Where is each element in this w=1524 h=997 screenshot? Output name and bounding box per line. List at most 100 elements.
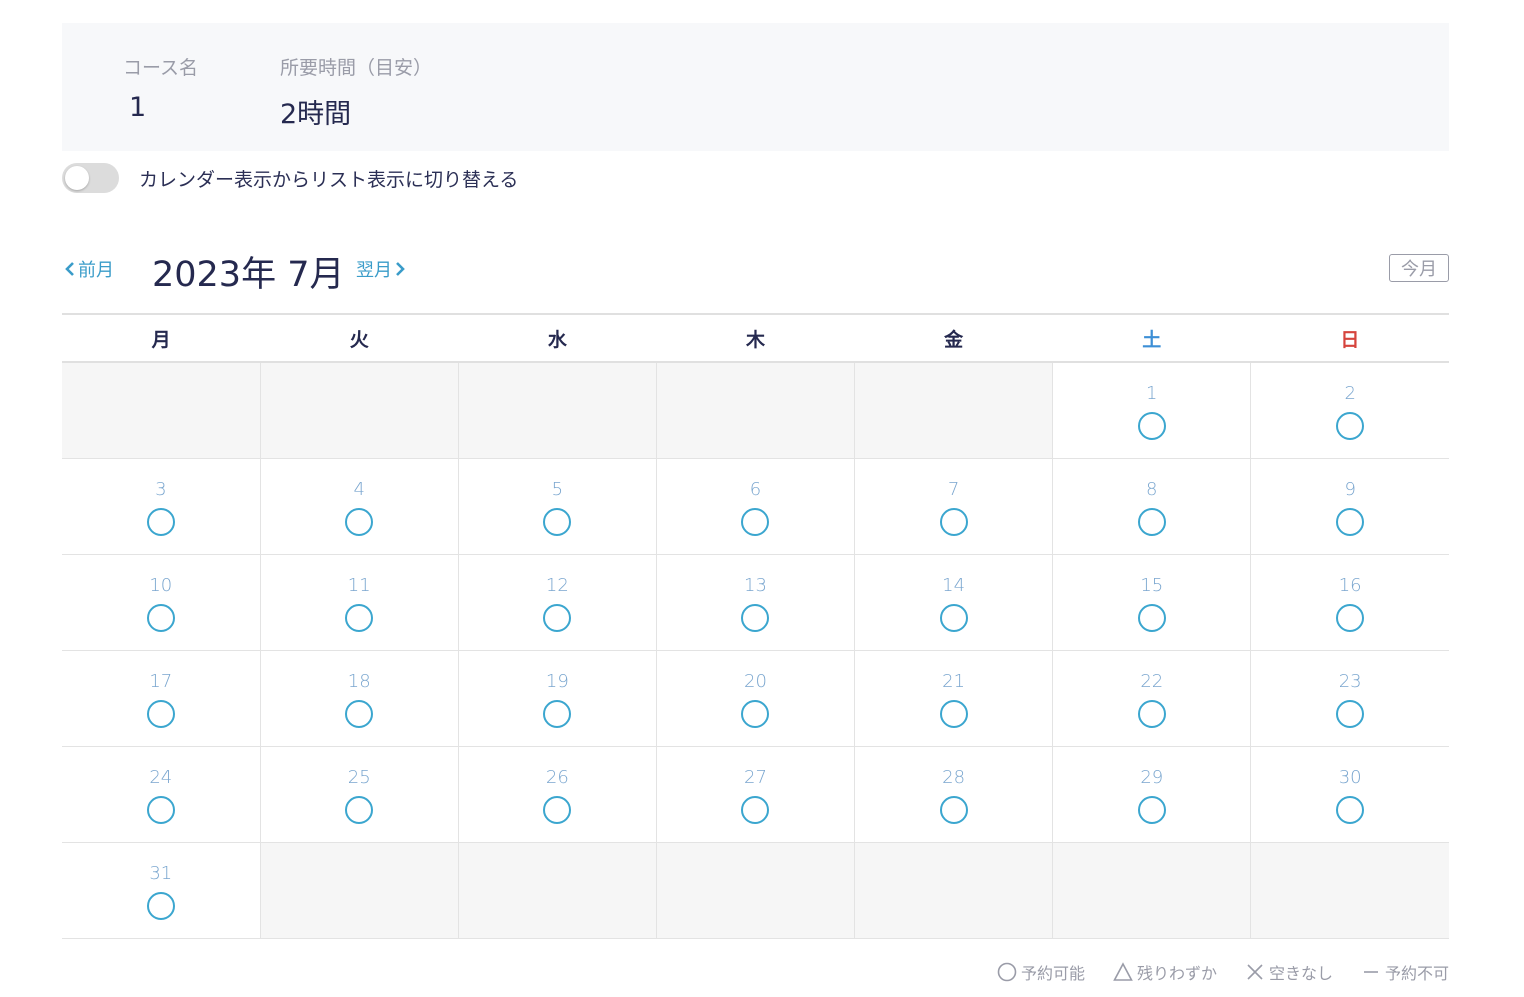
day-number: 11 <box>347 575 371 596</box>
course-time-field: 所要時間（目安） 2時間 <box>280 53 432 131</box>
calendar-day-cell[interactable]: 18 <box>260 650 459 747</box>
calendar-day-cell[interactable]: 24 <box>62 746 261 843</box>
day-number: 22 <box>1140 671 1164 692</box>
calendar-day-cell[interactable]: 3 <box>62 458 261 555</box>
available-circle-icon <box>146 796 175 824</box>
course-name-field: コース名 1 <box>123 53 198 123</box>
calendar-day-cell[interactable]: 2 <box>1250 362 1449 459</box>
calendar-day-cell[interactable]: 4 <box>260 458 459 555</box>
calendar-empty-cell <box>260 362 459 459</box>
weekday-thu: 木 <box>656 313 855 363</box>
calendar-day-cell[interactable]: 22 <box>1052 650 1252 747</box>
prev-month-button[interactable]: 前月 <box>62 256 114 282</box>
available-circle-icon <box>345 700 374 728</box>
legend-unavailable: 予約不可 <box>1361 960 1449 984</box>
day-number: 5 <box>551 479 564 500</box>
weekday-header-row: 月 火 水 木 金 土 日 <box>62 313 1449 363</box>
day-number: 30 <box>1338 767 1362 788</box>
available-circle-icon <box>939 700 968 728</box>
calendar-day-cell[interactable]: 15 <box>1052 554 1252 651</box>
calendar-day-cell[interactable]: 27 <box>656 746 856 843</box>
calendar-day-cell[interactable]: 14 <box>854 554 1054 651</box>
calendar-grid: 月 火 水 木 金 土 日 1 2 3 4 5 6 7 8 9 10 11 12 13 14 15 16 17 1… <box>62 313 1449 939</box>
legend-available-label: 予約可能 <box>1020 964 1085 983</box>
day-number: 21 <box>942 671 966 692</box>
available-circle-icon <box>1137 604 1166 632</box>
legend-few-left-label: 残りわずか <box>1136 964 1217 983</box>
calendar-empty-cell <box>458 362 657 459</box>
calendar-day-cell[interactable]: 30 <box>1250 746 1449 843</box>
calendar-nav: 前月 2023年 7月 翌月 今月 <box>62 244 1449 295</box>
available-circle-icon <box>543 508 572 536</box>
calendar-day-cell[interactable]: 8 <box>1052 458 1252 555</box>
legend-full-label: 空きなし <box>1268 964 1333 983</box>
course-time-value: 2時間 <box>280 99 352 130</box>
day-number: 2 <box>1344 383 1356 404</box>
calendar-empty-cell <box>458 842 657 939</box>
available-circle-icon <box>741 508 770 536</box>
view-toggle-switch[interactable] <box>62 163 119 193</box>
day-number: 16 <box>1338 575 1362 596</box>
day-number: 25 <box>347 767 371 788</box>
calendar-day-cell[interactable]: 12 <box>458 554 657 651</box>
available-circle-icon <box>939 796 968 824</box>
calendar-day-cell[interactable]: 17 <box>62 650 261 747</box>
available-circle-icon <box>741 796 770 824</box>
calendar-day-cell[interactable]: 11 <box>260 554 459 651</box>
day-number: 1 <box>1146 383 1158 404</box>
calendar-day-cell[interactable]: 7 <box>854 458 1054 555</box>
weekday-mon: 月 <box>62 313 261 363</box>
available-circle-icon <box>1137 508 1166 536</box>
available-circle-icon <box>939 604 968 632</box>
calendar-day-cell[interactable]: 19 <box>458 650 657 747</box>
calendar-body: 1 2 3 4 5 6 7 8 9 10 11 12 13 14 15 16 17 18 19 20 21 22 23 24 2… <box>62 362 1449 939</box>
calendar-day-cell[interactable]: 6 <box>656 458 856 555</box>
calendar-day-cell[interactable]: 31 <box>62 842 261 939</box>
available-circle-icon <box>741 604 770 632</box>
calendar-day-cell[interactable]: 29 <box>1052 746 1252 843</box>
available-circle-icon <box>543 700 572 728</box>
month-title: 2023年 7月 <box>152 255 345 295</box>
calendar-day-cell[interactable]: 28 <box>854 746 1054 843</box>
available-circle-icon <box>146 604 175 632</box>
calendar-empty-cell <box>656 362 856 459</box>
day-number: 23 <box>1338 671 1362 692</box>
day-number: 14 <box>942 575 966 596</box>
calendar-empty-cell <box>62 362 261 459</box>
calendar-day-cell[interactable]: 23 <box>1250 650 1449 747</box>
calendar-day-cell[interactable]: 20 <box>656 650 856 747</box>
this-month-button[interactable]: 今月 <box>1389 254 1449 282</box>
calendar-day-cell[interactable]: 5 <box>458 458 657 555</box>
available-circle-icon <box>345 796 374 824</box>
available-circle-icon <box>146 508 175 536</box>
day-number: 9 <box>1344 479 1356 500</box>
calendar-day-cell[interactable]: 10 <box>62 554 261 651</box>
day-number: 29 <box>1140 767 1164 788</box>
available-circle-icon <box>146 892 175 920</box>
available-circle-icon <box>1336 604 1365 632</box>
available-circle-icon <box>543 796 572 824</box>
available-circle-icon <box>543 604 572 632</box>
course-time-label: 所要時間（目安） <box>280 57 433 79</box>
calendar-day-cell[interactable]: 25 <box>260 746 459 843</box>
calendar-day-cell[interactable]: 9 <box>1250 458 1449 555</box>
course-info-panel: コース名 1 所要時間（目安） 2時間 <box>62 23 1449 151</box>
next-month-button[interactable]: 翌月 <box>356 256 408 282</box>
calendar-day-cell[interactable]: 26 <box>458 746 657 843</box>
calendar-day-cell[interactable]: 1 <box>1052 362 1252 459</box>
calendar-empty-cell <box>656 842 856 939</box>
day-number: 28 <box>942 767 966 788</box>
calendar-day-cell[interactable]: 16 <box>1250 554 1449 651</box>
legend-available: 予約可能 <box>997 960 1085 984</box>
available-circle-icon <box>345 508 374 536</box>
weekday-fri: 金 <box>854 313 1053 363</box>
chevron-left-icon <box>65 262 74 276</box>
calendar-day-cell[interactable]: 13 <box>656 554 856 651</box>
day-number: 12 <box>545 575 569 596</box>
day-number: 13 <box>744 575 767 596</box>
day-number: 3 <box>155 479 167 500</box>
calendar-week-row: 3 4 5 6 7 8 9 <box>62 458 1449 555</box>
calendar-day-cell[interactable]: 21 <box>854 650 1054 747</box>
available-circle-icon <box>146 700 175 728</box>
calendar-week-row: 12 <box>62 362 1449 459</box>
